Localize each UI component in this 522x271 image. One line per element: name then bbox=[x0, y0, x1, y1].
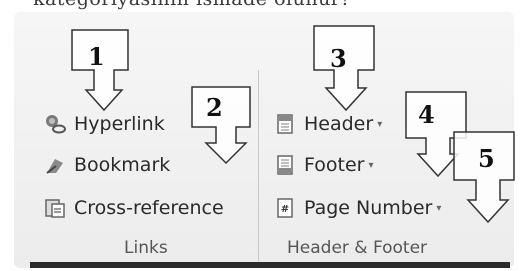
question-text: kategoriyasinin ismade olunur? bbox=[33, 0, 351, 10]
hyperlink-label: Hyperlink bbox=[74, 113, 165, 135]
callout-number: 1 bbox=[88, 42, 105, 71]
svg-text:#: # bbox=[281, 204, 289, 215]
page-number-label: Page Number bbox=[304, 197, 433, 219]
header-footer-group-label: Header & Footer bbox=[287, 238, 428, 258]
header-label: Header bbox=[304, 113, 374, 135]
footer-button[interactable]: Footer ▾ bbox=[274, 154, 373, 176]
header-button[interactable]: Header ▾ bbox=[274, 113, 382, 135]
ribbon-bottom-border bbox=[30, 262, 510, 268]
bookmark-icon bbox=[44, 154, 66, 176]
callout-number: 2 bbox=[206, 93, 223, 122]
group-separator bbox=[258, 70, 259, 262]
bookmark-label: Bookmark bbox=[74, 154, 171, 176]
cross-reference-button[interactable]: Cross-reference bbox=[44, 197, 224, 219]
footer-icon bbox=[274, 154, 296, 176]
callout-arrow-5: 5 bbox=[452, 130, 518, 228]
cross-reference-label: Cross-reference bbox=[74, 197, 224, 219]
hyperlink-icon bbox=[44, 113, 66, 135]
links-group-label: Links bbox=[124, 238, 168, 258]
callout-number: 5 bbox=[478, 144, 495, 173]
chevron-down-icon: ▾ bbox=[368, 159, 374, 171]
callout-number: 3 bbox=[330, 44, 347, 73]
callout-arrow-3: 3 bbox=[312, 24, 378, 116]
header-icon bbox=[274, 113, 296, 135]
page-number-icon: # bbox=[274, 197, 296, 219]
callout-arrow-2: 2 bbox=[190, 85, 254, 169]
footer-label: Footer bbox=[304, 154, 365, 176]
callout-arrow-1: 1 bbox=[70, 28, 134, 116]
chevron-down-icon: ▾ bbox=[377, 118, 383, 130]
cross-reference-icon bbox=[44, 197, 66, 219]
chevron-down-icon: ▾ bbox=[436, 202, 442, 214]
callout-number: 4 bbox=[418, 100, 435, 129]
page-number-button[interactable]: # Page Number ▾ bbox=[274, 197, 441, 219]
bookmark-button[interactable]: Bookmark bbox=[44, 154, 170, 176]
hyperlink-button[interactable]: Hyperlink bbox=[44, 113, 165, 135]
